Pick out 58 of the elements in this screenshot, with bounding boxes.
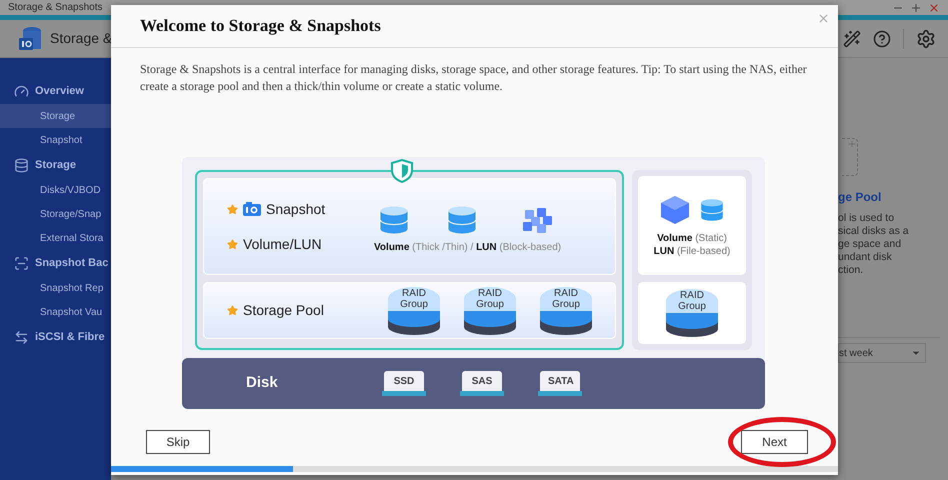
raid-cylinder-icon: [464, 310, 516, 334]
raid-cylinder-icon: [388, 310, 440, 334]
group-icon: [14, 330, 29, 344]
panel-description: ol is used to: [838, 212, 896, 225]
dialog-description: Storage & Snapshots is a central interface for managing disks, storage space, and other storage features. Tip: To start using the NAS, either create a storage pool and then a thick/thin volume or create a static volume.: [139, 61, 808, 95]
app-title: Storage &: [50, 29, 112, 48]
panel-description: undant disk: [838, 251, 893, 264]
layer-label: Disk: [245, 373, 279, 394]
raid-cylinder-icon: [540, 310, 592, 334]
camera-icon: [243, 202, 261, 216]
app-logo-icon: [18, 26, 42, 52]
add-icon: [842, 138, 858, 176]
layer-label: Volume/LUN: [243, 234, 322, 254]
settings-icon[interactable]: [916, 28, 936, 48]
cube-icon: [660, 194, 690, 224]
group-icon: [14, 158, 29, 172]
maximize-icon[interactable]: [910, 2, 922, 14]
layer-label: Snapshot: [266, 200, 326, 219]
skip-button[interactable]: Skip: [146, 430, 210, 454]
static-caption: LUN (File-based): [654, 244, 730, 258]
group-icon: [14, 84, 29, 98]
dialog-title: Welcome to Storage & Snapshots: [140, 15, 381, 38]
star-icon: [227, 204, 238, 214]
panel-description: sical disks as a: [838, 225, 910, 238]
next-button[interactable]: Next: [741, 430, 808, 454]
volume-caption: Volume (Thick /Thin) / LUN (Block-based): [374, 241, 562, 255]
raid-group-label: RAID Group: [666, 289, 718, 313]
wand-icon[interactable]: [843, 30, 861, 48]
sidebar-item[interactable]: Storage: [0, 104, 111, 128]
raid-group-label: RAID Group: [464, 286, 516, 310]
panel-description: ge space and: [838, 238, 902, 251]
period-dropdown[interactable]: st week: [838, 343, 926, 363]
close-icon[interactable]: [817, 12, 830, 25]
raid-cylinder-icon: [666, 313, 718, 337]
close-icon[interactable]: [928, 2, 940, 14]
static-caption: Volume (Static): [657, 232, 727, 244]
help-icon[interactable]: [873, 30, 891, 48]
panel-title: ge Pool: [838, 189, 882, 206]
sidebar-item[interactable]: Snapshot Rep: [0, 276, 111, 300]
raid-group-label: RAID Group: [388, 286, 440, 310]
raid-group-label: RAID Group: [540, 286, 592, 310]
sidebar-group[interactable]: Overview: [35, 82, 84, 100]
star-icon: [227, 238, 238, 250]
sidebar-group[interactable]: iSCSI & Fibre: [35, 328, 105, 346]
sidebar-item[interactable]: External Stora: [0, 226, 111, 250]
layer-label: Storage Pool: [243, 301, 324, 320]
sidebar-item[interactable]: Storage/Snap: [0, 202, 111, 226]
group-icon: [14, 256, 29, 270]
sidebar-item[interactable]: Disks/VJBOD: [0, 178, 111, 202]
volume-cylinder-icon: [378, 204, 409, 236]
volume-cylinder-icon: [446, 204, 477, 236]
panel-description: ction.: [838, 264, 864, 277]
star-icon: [227, 305, 238, 316]
sidebar-item[interactable]: Snapshot Vau: [0, 300, 111, 324]
sidebar-item[interactable]: Snapshot: [0, 128, 111, 152]
sidebar-group[interactable]: Snapshot Bac: [35, 254, 108, 272]
window-title: Storage & Snapshots: [8, 1, 103, 15]
sidebar-group[interactable]: Storage: [35, 156, 76, 174]
